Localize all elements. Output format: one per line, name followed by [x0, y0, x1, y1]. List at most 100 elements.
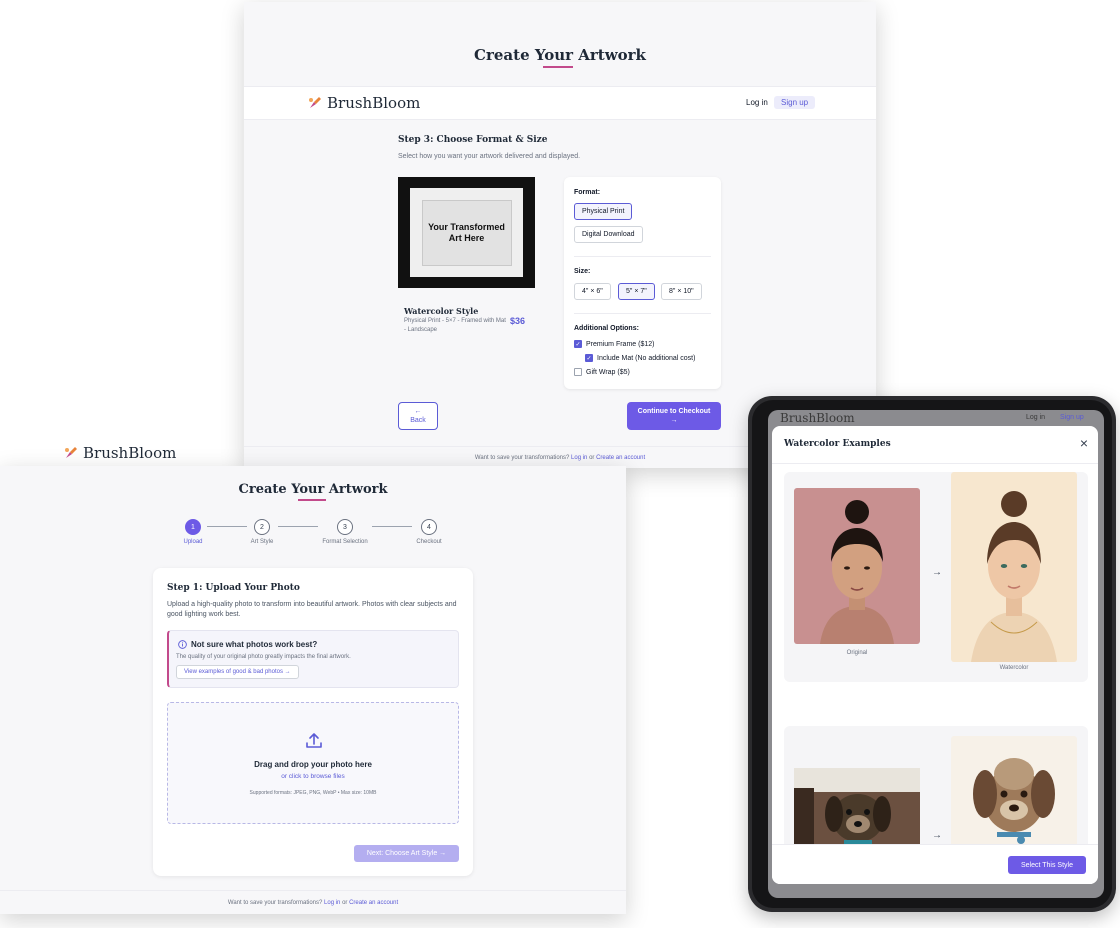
continue-checkout-button[interactable]: Continue to Checkout →: [627, 402, 721, 430]
modal-header: Watercolor Examples ×: [772, 426, 1098, 464]
stepper-line: [278, 526, 318, 527]
summary-title: Watercolor Style: [404, 306, 479, 316]
photo-dropzone[interactable]: Drag and drop your photo here or click t…: [167, 702, 459, 824]
tablet-screen: BrushBloom Log in Sign up Watercolor Exa…: [768, 410, 1104, 898]
top-nav: BrushBloom Log in Sign up: [244, 86, 876, 120]
premium-frame-option[interactable]: ✓ Premium Frame ($12): [574, 340, 654, 348]
watercolor-portrait-image: [951, 472, 1077, 662]
title-underline: [543, 66, 573, 68]
check-icon[interactable]: ✓: [585, 354, 593, 362]
view-examples-button[interactable]: View examples of good & bad photos →: [176, 665, 299, 679]
format-label: Format:: [574, 189, 601, 196]
modal-footer: Select This Style: [772, 844, 1098, 884]
footer-text: Want to save your transformations?: [474, 455, 570, 461]
title-underline: [298, 499, 326, 501]
browse-files-link[interactable]: or click to browse files: [168, 773, 458, 780]
size-label: Size:: [574, 268, 591, 275]
next-choose-style-button[interactable]: Next: Choose Art Style →: [354, 845, 459, 862]
back-label: Back: [410, 417, 426, 424]
step-description: Upload a high-quality photo to transform…: [167, 601, 457, 618]
premium-frame-label: Premium Frame ($12): [586, 340, 655, 348]
close-icon[interactable]: ×: [1080, 435, 1088, 451]
signup-link: Sign up: [1060, 414, 1084, 421]
checkbox-icon[interactable]: [574, 368, 582, 376]
footer-login-link[interactable]: Log in: [324, 900, 340, 906]
preview-placeholder: Your Transformed Art Here: [421, 199, 512, 266]
step-3-label: Format Selection: [322, 539, 368, 545]
stepper-line: [207, 526, 247, 527]
tablet-device: BrushBloom Log in Sign up Watercolor Exa…: [748, 396, 1116, 912]
footer-login-link[interactable]: Log in: [571, 455, 587, 461]
original-portrait-image: [794, 488, 920, 644]
footer-or: or: [342, 900, 348, 906]
modal-title: Watercolor Examples: [784, 439, 891, 449]
example-card-portrait: Original → Watercolor: [784, 472, 1088, 682]
brand-logo[interactable]: BrushBloom: [64, 444, 176, 462]
gift-wrap-label: Gift Wrap ($5): [586, 368, 630, 376]
original-dog-image: [794, 768, 920, 848]
info-icon: [178, 640, 187, 649]
step-1-circle[interactable]: 1: [185, 519, 201, 535]
frame-mat: Your Transformed Art Here: [410, 188, 523, 277]
additional-options-label: Additional Options:: [574, 325, 639, 332]
include-mat-option[interactable]: ✓ Include Mat (No additional cost): [585, 354, 695, 362]
arrow-right-icon: →: [932, 567, 942, 578]
footer: Want to save your transformations? Log i…: [0, 890, 626, 914]
brand-logo[interactable]: BrushBloom: [308, 94, 420, 112]
step-2-label: Art Style: [250, 539, 274, 545]
size-4x6[interactable]: 4" × 6": [574, 283, 611, 300]
step-1-label: Upload: [183, 539, 203, 545]
login-link[interactable]: Log in: [746, 98, 768, 107]
watercolor-dog-image: [951, 736, 1077, 848]
footer-create-account-link[interactable]: Create an account: [349, 900, 398, 906]
step-2-circle[interactable]: 2: [254, 519, 270, 535]
brush-icon: [309, 97, 321, 108]
format-physical-print[interactable]: Physical Print: [574, 203, 633, 220]
brand-name: BrushBloom: [327, 94, 421, 112]
step-description: Select how you want your artwork deliver…: [398, 153, 581, 160]
upload-card: Step 1: Upload Your Photo Upload a high-…: [153, 568, 473, 876]
brand-name: BrushBloom: [83, 444, 177, 462]
arrow-right-icon: →: [932, 830, 942, 841]
gift-wrap-option[interactable]: Gift Wrap ($5): [574, 368, 630, 376]
page-title: Create Your Artwork: [474, 46, 646, 64]
artwork-preview-frame: Your Transformed Art Here: [398, 177, 535, 288]
stepper-line: [372, 526, 412, 527]
format-digital-download[interactable]: Digital Download: [574, 226, 643, 243]
back-button[interactable]: ← Back: [398, 402, 438, 430]
upload-page: Create Your Artwork 1 2 3 4 Upload Art S…: [0, 466, 626, 914]
arrow-left-icon: ←: [414, 408, 422, 415]
original-caption: Original: [846, 650, 868, 656]
signup-button[interactable]: Sign up: [774, 96, 816, 109]
brand-name: BrushBloom: [780, 411, 855, 425]
footer-create-account-link[interactable]: Create an account: [596, 455, 645, 461]
include-mat-label: Include Mat (No additional cost): [597, 354, 696, 362]
tip-title-text: Not sure what photos work best?: [191, 640, 318, 649]
tip-description: The quality of your original photo great…: [176, 654, 351, 660]
arrow-right-icon: →: [670, 417, 678, 424]
step-3-circle[interactable]: 3: [337, 519, 353, 535]
footer-text: Want to save your transformations?: [227, 900, 323, 906]
size-5x7[interactable]: 5" × 7": [618, 283, 655, 300]
upload-icon: [306, 733, 322, 748]
step-4-circle[interactable]: 4: [421, 519, 437, 535]
tip-title: Not sure what photos work best?: [178, 640, 317, 649]
examples-modal: Watercolor Examples × Original → Waterco…: [772, 426, 1098, 884]
check-icon[interactable]: ✓: [574, 340, 582, 348]
photo-tip-box: Not sure what photos work best? The qual…: [167, 630, 459, 688]
footer-or: or: [589, 455, 595, 461]
select-style-button[interactable]: Select This Style: [1008, 856, 1086, 874]
login-link: Log in: [1026, 414, 1046, 421]
continue-label: Continue to Checkout: [637, 408, 711, 415]
summary-price: $36: [510, 316, 526, 326]
divider: [574, 256, 711, 257]
watercolor-caption: Watercolor: [999, 665, 1029, 671]
size-8x10[interactable]: 8" × 10": [661, 283, 702, 300]
page-title: Create Your Artwork: [238, 482, 388, 497]
options-card: Format: Physical Print Digital Download …: [564, 177, 721, 389]
divider: [574, 313, 711, 314]
tablet-bezel: BrushBloom Log in Sign up Watercolor Exa…: [752, 400, 1112, 908]
supported-formats: Supported formats: JPEG, PNG, WebP • Max…: [249, 790, 377, 796]
dropzone-title: Drag and drop your photo here: [254, 760, 372, 769]
step-4-label: Checkout: [416, 539, 442, 545]
